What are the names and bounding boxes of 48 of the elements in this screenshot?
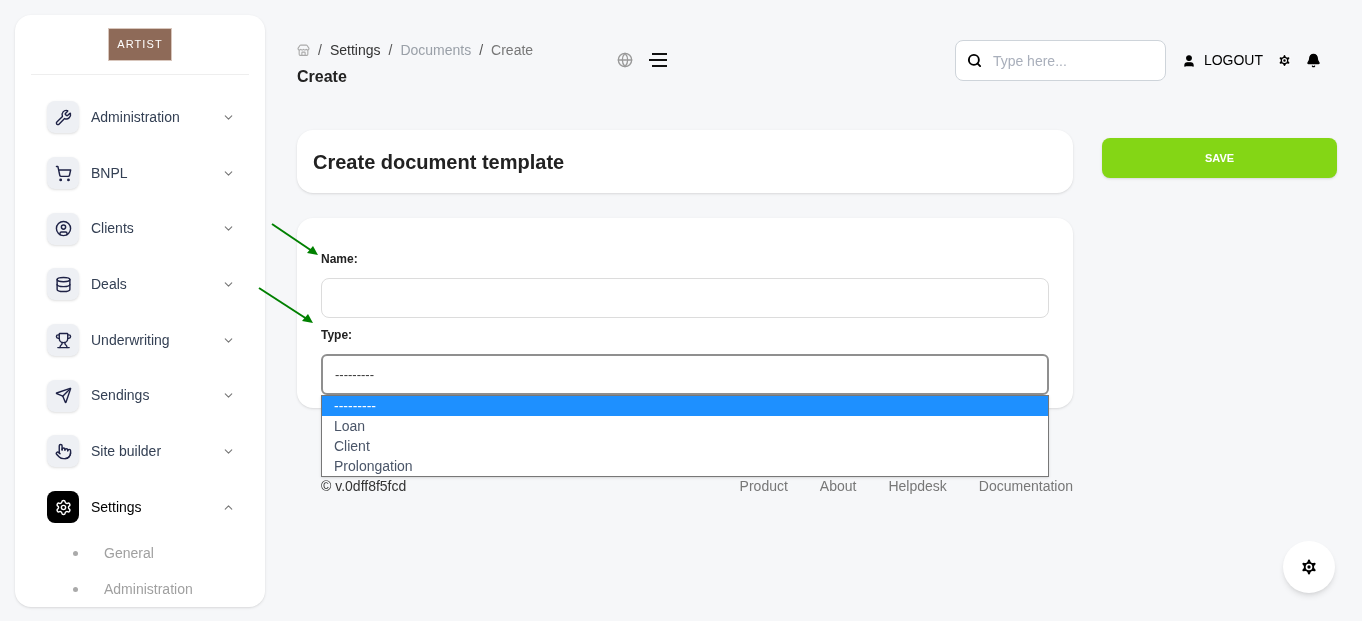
bell-icon[interactable]	[1306, 53, 1321, 68]
sidebar-item[interactable]: Deals	[15, 256, 265, 313]
globe-icon[interactable]	[617, 52, 633, 68]
dropdown-option[interactable]: Prolongation	[322, 456, 1048, 476]
sidebar-item[interactable]: BNPL	[15, 145, 265, 201]
breadcrumb-separator: /	[318, 41, 322, 60]
type-select[interactable]: ---------	[321, 354, 1049, 395]
user-icon	[1181, 53, 1196, 68]
database-icon	[54, 275, 72, 293]
name-input[interactable]	[321, 278, 1049, 318]
sidebar-item[interactable]: Clients	[15, 200, 265, 257]
settings-icon[interactable]	[1277, 53, 1292, 68]
paper-plane-icon	[54, 387, 72, 405]
menu-icon[interactable]	[649, 53, 667, 67]
annotation-arrow-icon	[258, 287, 314, 325]
footer-link[interactable]: Product	[739, 476, 788, 497]
footer-link[interactable]: Helpdesk	[888, 476, 947, 497]
cart-icon	[54, 164, 72, 182]
dropdown-option[interactable]: Loan	[322, 416, 1048, 436]
breadcrumb-item: Create	[491, 41, 534, 60]
trophy-icon	[54, 331, 72, 349]
page-title: Create	[297, 67, 348, 87]
logout-button[interactable]: LOGOUT	[1181, 40, 1263, 81]
dropdown-option[interactable]: Client	[322, 436, 1048, 456]
settings-fab[interactable]	[1283, 541, 1335, 593]
breadcrumb-separator: /	[479, 41, 484, 60]
field-label: Type:	[321, 327, 354, 344]
breadcrumb-item[interactable]: Settings	[329, 40, 381, 61]
hand-pointer-icon	[54, 442, 72, 460]
logo[interactable]: ARTIST	[108, 28, 172, 61]
gear-icon	[54, 498, 72, 516]
search-icon	[966, 53, 982, 68]
sidebar-item[interactable]: Sendings	[15, 367, 265, 424]
version-text: © v.0dff8f5fcd	[321, 477, 407, 496]
tools-icon	[54, 108, 72, 126]
field-label: Name:	[321, 251, 359, 268]
settings-icon	[1299, 557, 1319, 577]
annotation-arrow-icon	[271, 223, 319, 257]
form-title: Create document template	[313, 149, 565, 175]
sidebar-item[interactable]: Settings	[15, 479, 265, 535]
search-field[interactable]: Type here...	[954, 40, 1166, 81]
sidebar-item[interactable]: Site builder	[15, 423, 265, 480]
user-circle-icon	[54, 220, 72, 238]
breadcrumb-separator: /	[388, 41, 393, 60]
sidebar-item[interactable]: Underwriting	[15, 312, 265, 368]
footer-link[interactable]: Documentation	[978, 476, 1073, 497]
footer-link[interactable]: About	[819, 476, 857, 497]
sidebar-item[interactable]: Administration	[15, 89, 265, 146]
